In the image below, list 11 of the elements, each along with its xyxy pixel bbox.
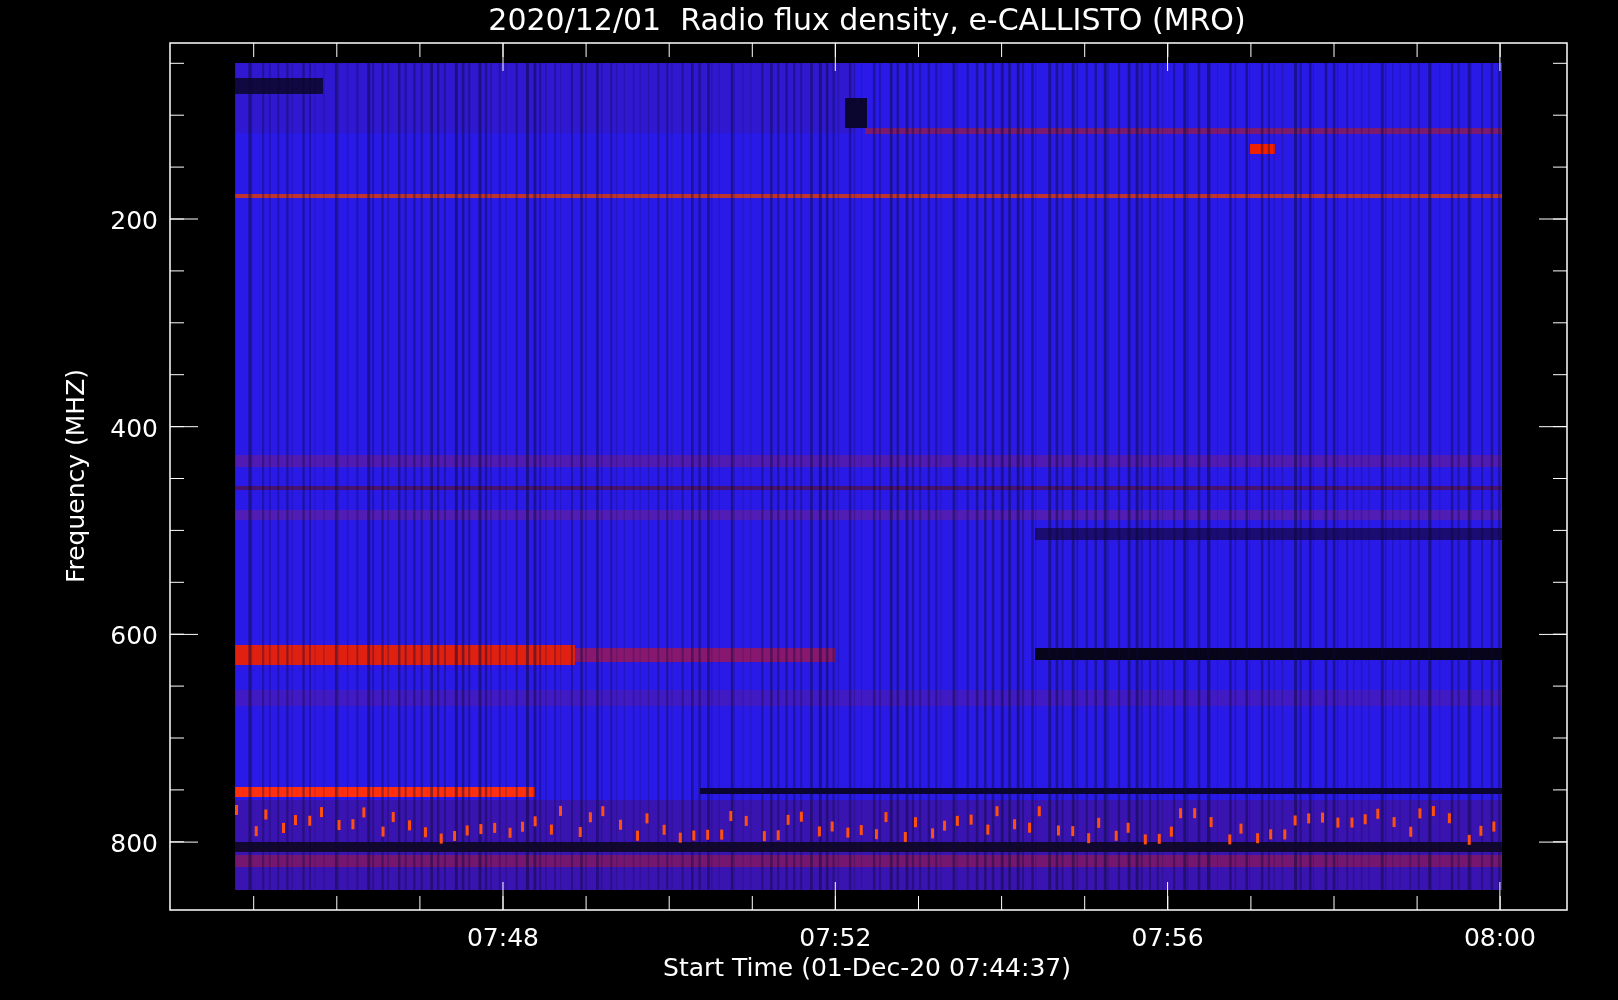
x-tick-label: 07:52: [799, 923, 872, 952]
y-tick-label: 400: [110, 413, 158, 443]
y-axis-label: Frequency (MHZ): [61, 368, 90, 584]
y-tick-label: 600: [110, 621, 158, 651]
x-tick-label: 07:56: [1131, 923, 1204, 952]
x-tick-label: 07:48: [467, 923, 539, 952]
y-tick-label: 800: [110, 829, 158, 859]
chart-title: 2020/12/01 Radio flux density, e-CALLISTO (MRO): [488, 2, 1246, 37]
y-tick-label: 200: [110, 206, 158, 235]
x-axis-label: Start Time (01-Dec-20 07:44:37): [663, 953, 1071, 982]
x-tick-label: 08:00: [1463, 923, 1536, 952]
